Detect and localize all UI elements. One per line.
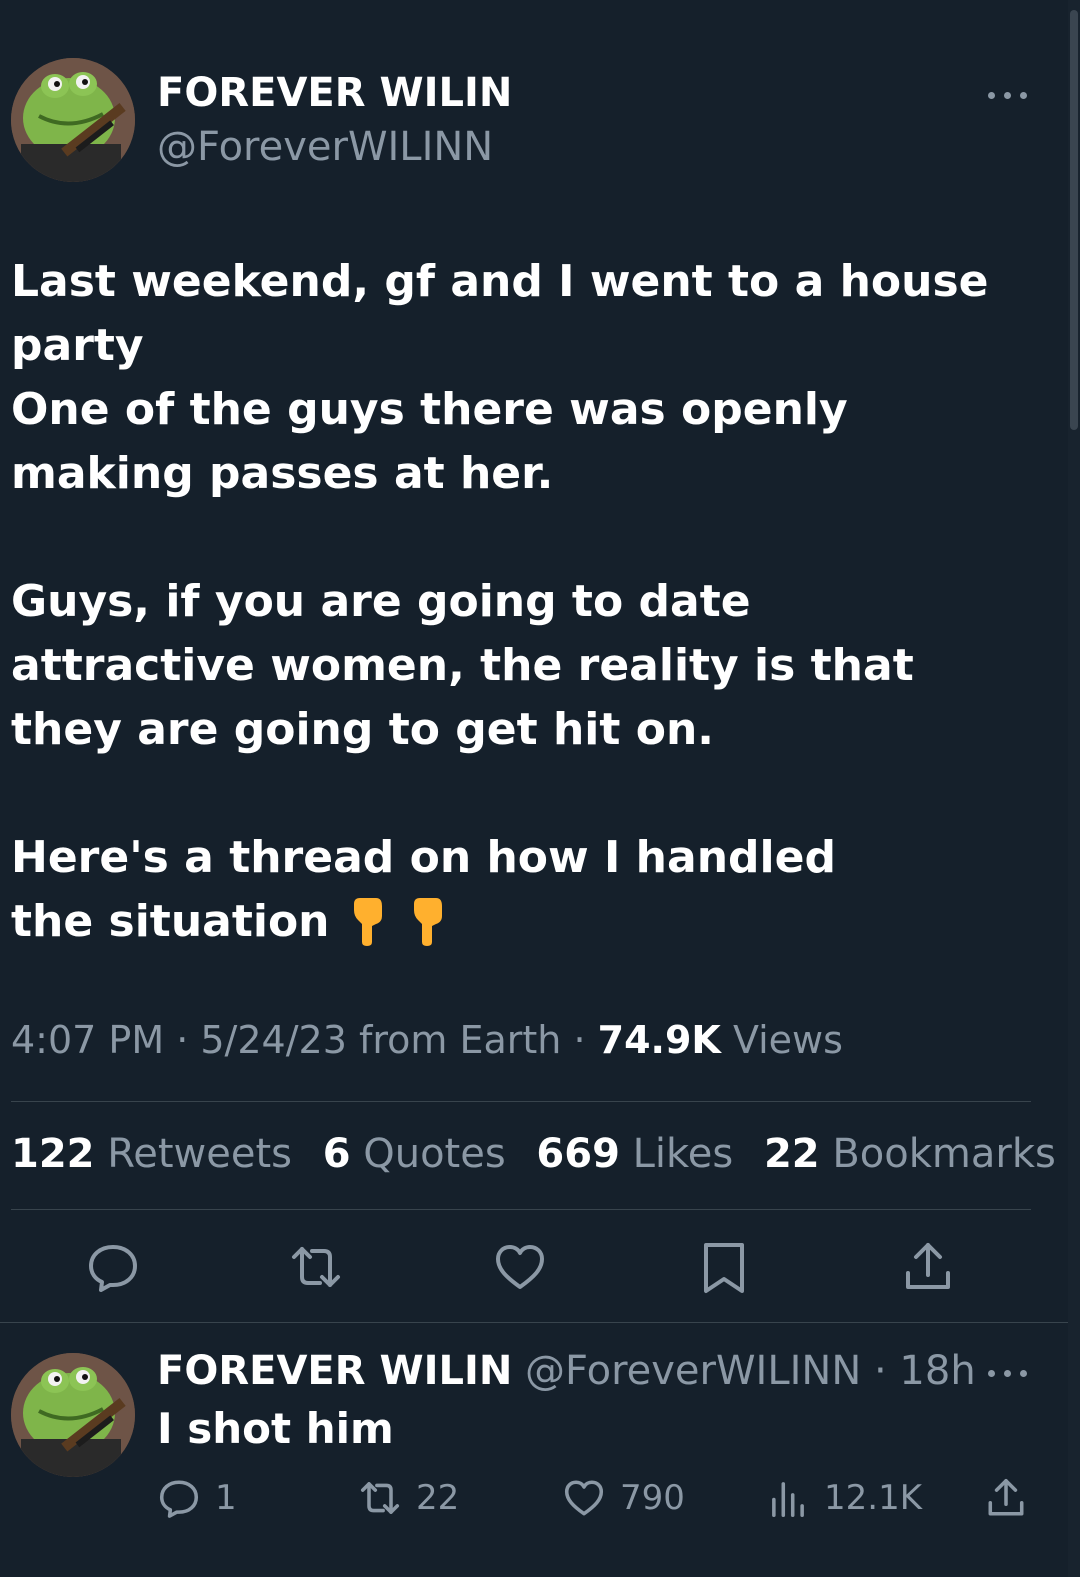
divider <box>11 1101 1031 1102</box>
bookmark-icon[interactable] <box>696 1239 752 1295</box>
reply-views-button[interactable]: 12.1K <box>766 1476 922 1520</box>
avatar[interactable] <box>11 58 135 182</box>
reply-text: I shot him <box>157 1404 394 1453</box>
more-icon[interactable] <box>988 1366 1028 1380</box>
tweet-meta: 4:07 PM · 5/24/23 from Earth · 74.9K Vie… <box>11 1018 843 1062</box>
reply-icon <box>159 1480 199 1518</box>
views-icon <box>772 1482 804 1518</box>
reply-share-button[interactable] <box>984 1476 1028 1520</box>
more-icon[interactable] <box>988 88 1028 102</box>
reply-icon[interactable] <box>85 1239 141 1295</box>
bookmarks-stat[interactable]: 22 Bookmarks <box>764 1131 1056 1177</box>
tweet-paragraph-last: Here's a thread on how I handled the sit… <box>11 826 911 954</box>
heart-icon <box>564 1480 604 1516</box>
reply-handle[interactable]: @ForeverWILINN <box>525 1348 861 1394</box>
views-count: 74.9K <box>597 1018 721 1062</box>
retweet-icon <box>360 1482 400 1514</box>
scrollbar-thumb[interactable] <box>1070 10 1078 430</box>
reply-avatar[interactable] <box>11 1353 135 1477</box>
divider <box>0 1322 1068 1323</box>
tweet-text: Last weekend, gf and I went to a house p… <box>11 250 1021 954</box>
tweet-source: from Earth <box>358 1018 562 1062</box>
reply-like-button[interactable]: 790 <box>562 1476 685 1520</box>
share-icon <box>988 1478 1024 1516</box>
reply-reply-button[interactable]: 1 <box>157 1476 237 1520</box>
user-handle[interactable]: @ForeverWILINN <box>157 124 493 170</box>
tweet-paragraph: One of the guys there was openly making … <box>11 384 848 499</box>
retweets-stat[interactable]: 122 Retweets <box>11 1131 292 1177</box>
tweet-stats: 122 Retweets 6 Quotes 669 Likes 22 Bookm… <box>11 1131 1056 1177</box>
reply-display-name[interactable]: FOREVER WILIN <box>157 1348 512 1394</box>
quotes-stat[interactable]: 6 Quotes <box>323 1131 506 1177</box>
views-label: Views <box>732 1018 843 1062</box>
tweet-date[interactable]: 5/24/23 <box>200 1018 347 1062</box>
reply-count: 1 <box>215 1478 237 1518</box>
pointing-down-emoji-icon <box>353 898 382 946</box>
display-name[interactable]: FOREVER WILIN <box>157 70 512 116</box>
divider <box>11 1209 1031 1210</box>
pointing-down-emoji-icon <box>413 898 442 946</box>
heart-icon[interactable] <box>492 1239 548 1295</box>
reply-retweet-button[interactable]: 22 <box>358 1476 459 1520</box>
retweet-count: 22 <box>416 1478 460 1518</box>
reply-age[interactable]: 18h <box>899 1348 975 1394</box>
tweet-paragraph: Last weekend, gf and I went to a house p… <box>11 256 989 371</box>
likes-stat[interactable]: 669 Likes <box>536 1131 733 1177</box>
retweet-icon[interactable] <box>288 1239 344 1295</box>
tweet-time[interactable]: 4:07 PM <box>11 1018 164 1062</box>
reply-header: FOREVER WILIN @ForeverWILINN · 18h <box>157 1348 976 1394</box>
share-icon[interactable] <box>900 1239 956 1295</box>
view-count: 12.1K <box>824 1478 922 1518</box>
like-count: 790 <box>620 1478 685 1518</box>
scrollbar[interactable] <box>1068 0 1080 1577</box>
tweet-paragraph: Guys, if you are going to date attractiv… <box>11 576 914 755</box>
